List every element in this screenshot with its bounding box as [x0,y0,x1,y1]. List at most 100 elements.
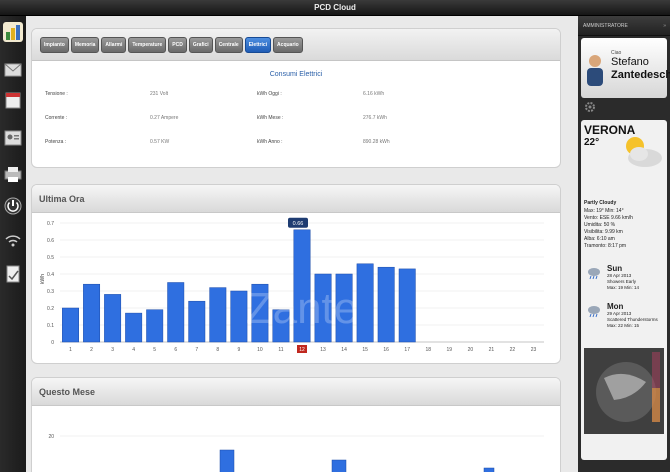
window-title: PCD Cloud [0,0,670,16]
calendar-icon[interactable] [3,90,23,110]
settings-icon[interactable] [584,100,596,112]
wifi-icon[interactable] [3,230,23,250]
y-tick-label: 0.3 [47,289,54,295]
x-tick-label: 11 [278,347,283,353]
forecast-day: Sun [607,264,623,273]
bar-hour-7[interactable] [188,300,206,343]
consumi-value2-0: 6.16 kWh [363,91,385,97]
month-bar[interactable] [219,449,235,472]
tab-memoria[interactable]: Memoria [70,37,100,53]
bar-hour-5[interactable] [146,309,164,343]
user-card: Ciao Stefano Zantedeschi [581,38,670,98]
tab-temperature[interactable]: Temperature [128,37,167,53]
x-tick-label: 21 [489,347,495,353]
weather-detail: Tramonto: 8:17 pm [584,243,627,249]
y-tick-label: 0.1 [47,323,54,329]
y-tick-label: 0.4 [47,272,54,278]
avatar [587,55,603,86]
bar-hour-16[interactable] [377,266,395,343]
questo-mese-panel: Questo Mese 20 [31,377,561,472]
bar-hour-4[interactable] [125,312,143,343]
x-tick-label: 7 [195,347,198,353]
y-tick-label: 20 [48,434,54,440]
forecast-desc: Showers Early [607,279,637,284]
weather-map[interactable] [584,348,664,434]
admin-label: AMMINISTRATORE [583,23,628,29]
collapse-icon[interactable]: » [663,16,666,36]
x-tick-label: 17 [404,347,410,353]
consumi-label-1: Corrente : [45,115,68,121]
x-tick-label: 8 [216,347,219,353]
x-tick-label: 1 [69,347,72,353]
bar-hour-2[interactable] [83,283,101,343]
weather-detail: Alba: 6:10 am [584,236,615,242]
month-bar[interactable] [483,467,495,472]
x-tick-label: 18 [425,347,431,353]
x-tick-label: 10 [257,347,263,353]
y-tick-label: 0 [51,340,54,346]
tab-centrale[interactable]: Centrale [214,37,243,53]
x-tick-label: 6 [174,347,177,353]
bar-hour-15[interactable] [356,263,374,343]
x-tick-label: 3 [111,347,114,353]
consumi-label2-2: kWh Anno : [257,139,283,145]
consumi-value2-2: 890.28 kWh [363,139,390,145]
tab-pcd[interactable]: PCD [168,37,187,53]
tab-impianto[interactable]: Impianto [40,37,69,53]
tabs: Impianto Memoria Allarmi Temperature PCD Graf… [40,37,303,53]
tab-allarmi[interactable]: Allarmi [101,37,127,53]
x-tick-label: 16 [383,347,389,353]
x-tick-label: 23 [531,347,537,353]
weather-condition: Partly Cloudy [584,200,617,206]
bar-hour-8[interactable] [209,287,227,343]
y-axis-label: kWh [40,274,46,284]
tab-acquario[interactable]: Acquario [273,37,303,53]
forecast-minmax: Max: 22 Min: 15 [607,323,640,328]
consumi-value-1: 0.27 Ampere [150,115,179,121]
bar-hour-1[interactable] [62,307,79,343]
consumi-value2-1: 276.7 kWh [363,115,387,121]
print-icon[interactable] [3,164,23,184]
questo-mese-chart: 20 [48,434,544,472]
x-tick-label: 15 [362,347,368,353]
user-last-name: Zantedeschi [611,69,670,81]
forecast-minmax: Max: 19 Min: 14 [607,285,640,290]
bar-hour-17[interactable] [398,268,416,343]
x-tick-label: 5 [153,347,156,353]
x-tick-label: 13 [320,347,326,353]
mail-icon[interactable] [3,60,23,80]
bar-hour-6[interactable] [167,282,185,343]
weather-temp: 22° [584,137,600,148]
forecast-date: 28 Apr 2013 [607,273,632,278]
admin-header: AMMINISTRATORE » [578,16,670,36]
weather-detail: Vento: ESE 9.66 km/h [584,215,633,221]
consumi-label-2: Potenza : [45,139,67,145]
month-bar[interactable] [331,459,347,472]
x-tick-label: 14 [341,347,347,353]
y-tick-label: 0.5 [47,255,54,261]
x-tick-label: 2 [90,347,93,353]
weather-detail: Max: 19° Min: 14° [584,208,624,214]
partly-cloudy-icon [626,137,662,167]
value-tooltip-label: 0.66 [293,221,304,227]
y-tick-label: 0.6 [47,238,54,244]
power-icon[interactable] [3,196,23,216]
document-icon[interactable] [3,264,23,284]
right-sidebar: AMMINISTRATORE » Ciao Stefano Zantedesch… [578,16,670,472]
ultima-ora-chart: 00.10.20.30.40.50.60.7kWh1 2 3 4 5 6 7 8 9 10 11 12… [40,217,544,353]
y-tick-label: 0.7 [47,221,54,227]
weather-detail: Visibilita: 9.99 km [584,229,623,235]
ultima-ora-panel: Ultima Ora 0 0.1 0.2 0.3 0.4 0.5 0.6 0.7 kWh 1 2 3 4… [31,184,561,364]
user-first-name: Stefano [611,56,649,68]
contacts-icon[interactable] [3,128,23,148]
bar-hour-3[interactable] [104,294,122,343]
consumi-value-2: 0.57 KW [150,139,170,145]
bar-hour-9[interactable] [230,290,248,343]
y-tick-label: 0.2 [47,306,54,312]
tab-grafici[interactable]: Grafici [188,37,213,53]
tab-elettrici[interactable]: Elettrici [244,37,272,53]
ultima-ora-title: Ultima Ora [39,194,85,204]
home-icon[interactable] [3,22,23,42]
main-content: Impianto Memoria Allarmi Temperature PCD Graf… [26,16,578,472]
consumi-title: Consumi Elettrici [269,71,323,78]
